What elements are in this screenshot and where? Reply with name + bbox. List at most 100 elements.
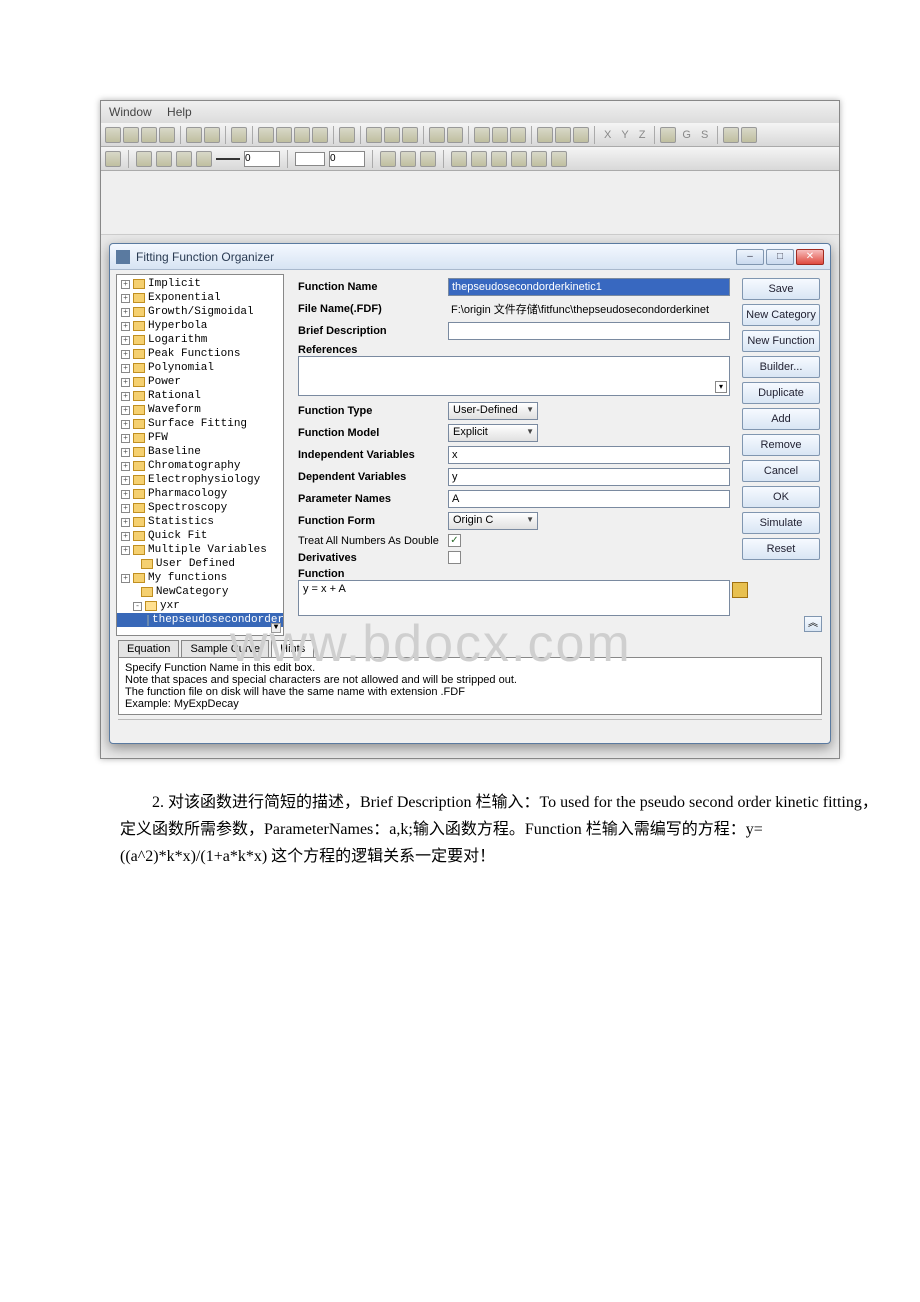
tree-item[interactable]: yxr bbox=[160, 600, 180, 612]
expand-icon[interactable]: + bbox=[121, 532, 130, 541]
tree-item[interactable]: +Multiple Variables bbox=[117, 543, 283, 557]
expand-icon[interactable]: + bbox=[121, 392, 130, 401]
tool-icon[interactable] bbox=[723, 127, 739, 143]
code-builder-icon[interactable] bbox=[732, 582, 748, 598]
tool-icon[interactable] bbox=[471, 151, 487, 167]
tree-item[interactable]: +Polynomial bbox=[117, 361, 283, 375]
function-form-select[interactable]: Origin C bbox=[448, 512, 538, 530]
fill-icon[interactable] bbox=[156, 151, 172, 167]
tree-item[interactable]: NewCategory bbox=[117, 585, 283, 599]
tree-item[interactable]: +Peak Functions bbox=[117, 347, 283, 361]
function-model-select[interactable]: Explicit bbox=[448, 424, 538, 442]
expand-icon[interactable]: + bbox=[121, 280, 130, 289]
tool-icon[interactable] bbox=[741, 127, 757, 143]
expand-icon[interactable]: + bbox=[121, 518, 130, 527]
function-name-input[interactable] bbox=[448, 278, 730, 296]
minimize-button[interactable]: – bbox=[736, 249, 764, 265]
tool-icon[interactable] bbox=[141, 127, 157, 143]
tool-icon[interactable] bbox=[366, 127, 382, 143]
scroll-down-icon[interactable]: ▼ bbox=[271, 623, 281, 633]
tb-g[interactable]: G bbox=[678, 129, 695, 141]
tree-item[interactable]: +Surface Fitting bbox=[117, 417, 283, 431]
ok-button[interactable]: OK bbox=[742, 486, 820, 508]
tree-item[interactable]: +My functions bbox=[117, 571, 283, 585]
tool-icon[interactable] bbox=[258, 127, 274, 143]
expand-icon[interactable]: + bbox=[121, 350, 130, 359]
tree-item[interactable]: +Growth/Sigmoidal bbox=[117, 305, 283, 319]
builder-button[interactable]: Builder... bbox=[742, 356, 820, 378]
tool-icon[interactable] bbox=[660, 127, 676, 143]
dialog-titlebar[interactable]: Fitting Function Organizer – □ ✕ bbox=[110, 244, 830, 270]
tool-icon[interactable] bbox=[510, 127, 526, 143]
tool-icon[interactable] bbox=[447, 127, 463, 143]
tool-icon[interactable] bbox=[276, 127, 292, 143]
reset-button[interactable]: Reset bbox=[742, 538, 820, 560]
tree-item[interactable]: +Logarithm bbox=[117, 333, 283, 347]
menu-help[interactable]: Help bbox=[167, 105, 192, 119]
tb-s[interactable]: S bbox=[697, 129, 712, 141]
axis-x-label[interactable]: X bbox=[600, 129, 615, 141]
add-button[interactable]: Add bbox=[742, 408, 820, 430]
expand-icon[interactable]: + bbox=[121, 448, 130, 457]
tool-icon[interactable] bbox=[123, 127, 139, 143]
tree-item[interactable]: +Electrophysiology bbox=[117, 473, 283, 487]
tool-icon[interactable] bbox=[339, 127, 355, 143]
tree-item[interactable]: User Defined bbox=[117, 557, 283, 571]
tree-item[interactable]: +Spectroscopy bbox=[117, 501, 283, 515]
references-textarea[interactable]: ▾ bbox=[298, 356, 730, 396]
tool-icon[interactable] bbox=[400, 151, 416, 167]
expand-icon[interactable]: + bbox=[121, 504, 130, 513]
tree-item[interactable]: +Baseline bbox=[117, 445, 283, 459]
expand-icon[interactable]: + bbox=[121, 546, 130, 555]
linestyle-select[interactable] bbox=[295, 152, 325, 166]
tool-icon[interactable] bbox=[105, 127, 121, 143]
expand-icon[interactable]: + bbox=[121, 462, 130, 471]
tool-icon[interactable] bbox=[451, 151, 467, 167]
line-width-select[interactable] bbox=[244, 151, 280, 167]
dependent-vars-input[interactable] bbox=[448, 468, 730, 486]
tree-item[interactable]: +Power bbox=[117, 375, 283, 389]
menu-window[interactable]: Window bbox=[109, 105, 152, 119]
derivatives-checkbox[interactable] bbox=[448, 551, 461, 564]
tab-sample-curve[interactable]: Sample Curve bbox=[181, 640, 269, 657]
cancel-button[interactable]: Cancel bbox=[742, 460, 820, 482]
remove-button[interactable]: Remove bbox=[742, 434, 820, 456]
tree-item-selected[interactable]: thepseudosecondorderkin bbox=[152, 614, 284, 626]
independent-vars-input[interactable] bbox=[448, 446, 730, 464]
maximize-button[interactable]: □ bbox=[766, 249, 794, 265]
function-type-select[interactable]: User-Defined bbox=[448, 402, 538, 420]
tool-icon[interactable] bbox=[573, 127, 589, 143]
tool-icon[interactable] bbox=[429, 127, 445, 143]
tool-icon[interactable] bbox=[294, 127, 310, 143]
duplicate-button[interactable]: Duplicate bbox=[742, 382, 820, 404]
tool-icon[interactable] bbox=[531, 151, 547, 167]
category-tree[interactable]: +Implicit+Exponential+Growth/Sigmoidal+H… bbox=[116, 274, 284, 636]
tree-item[interactable]: +Statistics bbox=[117, 515, 283, 529]
tree-item[interactable]: +PFW bbox=[117, 431, 283, 445]
tree-item[interactable]: +Quick Fit bbox=[117, 529, 283, 543]
tab-hints[interactable]: Hints bbox=[271, 640, 314, 657]
brief-description-input[interactable] bbox=[448, 322, 730, 340]
expand-icon[interactable]: - bbox=[133, 602, 142, 611]
expand-icon[interactable]: + bbox=[121, 490, 130, 499]
axis-y-label[interactable]: Y bbox=[617, 129, 632, 141]
tree-item[interactable]: +Exponential bbox=[117, 291, 283, 305]
tool-icon[interactable] bbox=[186, 127, 202, 143]
function-body-textarea[interactable]: y = x + A bbox=[298, 580, 730, 616]
tool-icon[interactable] bbox=[384, 127, 400, 143]
axis-z-label[interactable]: Z bbox=[635, 129, 650, 141]
tool-icon[interactable] bbox=[491, 151, 507, 167]
tree-item[interactable]: +Chromatography bbox=[117, 459, 283, 473]
tool-icon[interactable] bbox=[231, 127, 247, 143]
tool-icon[interactable] bbox=[204, 127, 220, 143]
expand-icon[interactable]: + bbox=[121, 406, 130, 415]
tool-icon[interactable] bbox=[551, 151, 567, 167]
tool-icon[interactable] bbox=[312, 127, 328, 143]
expand-icon[interactable]: + bbox=[121, 294, 130, 303]
tool-icon[interactable] bbox=[555, 127, 571, 143]
tool-icon[interactable] bbox=[380, 151, 396, 167]
tree-item[interactable]: +Hyperbola bbox=[117, 319, 283, 333]
scroll-icon[interactable]: ▾ bbox=[715, 381, 727, 393]
tool-icon[interactable] bbox=[420, 151, 436, 167]
tree-item[interactable]: +Pharmacology bbox=[117, 487, 283, 501]
